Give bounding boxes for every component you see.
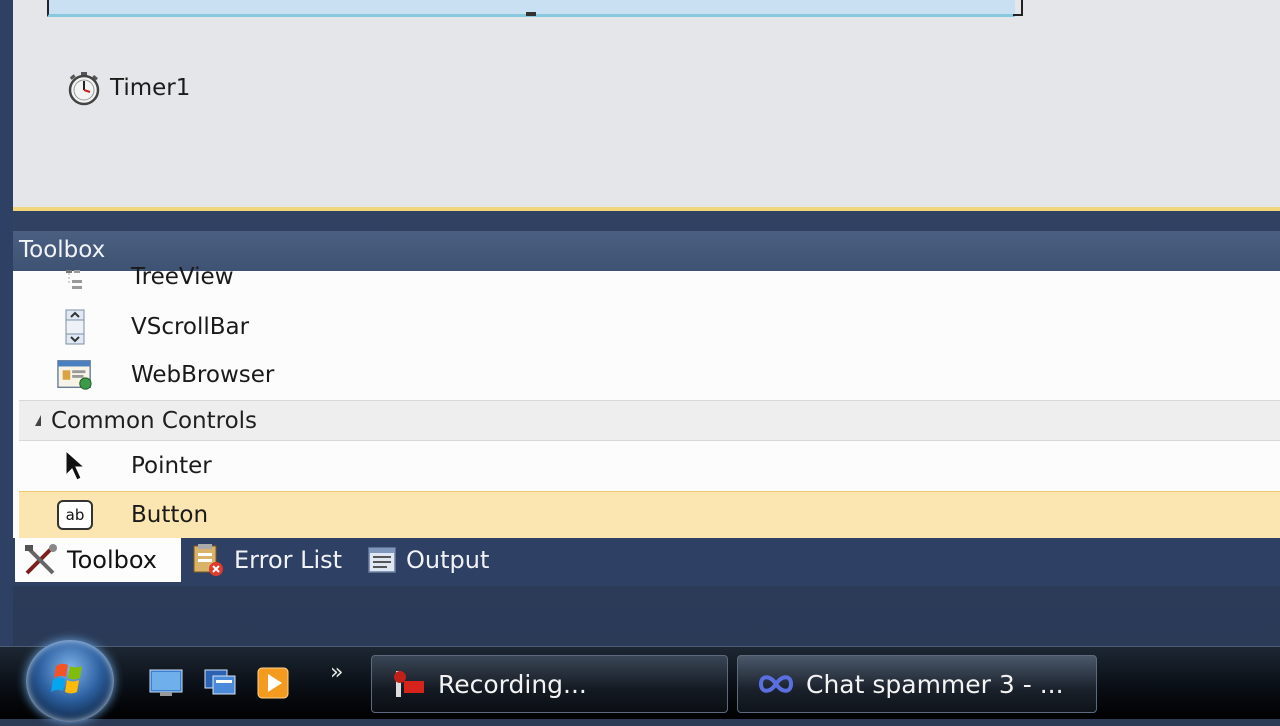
switch-windows-icon[interactable] — [203, 666, 237, 698]
form-resize-handle[interactable] — [526, 12, 536, 16]
toolbox-group-common-controls[interactable]: Common Controls — [19, 400, 1280, 441]
taskbar-button-label: Recording... — [438, 669, 587, 699]
taskbar-button-chat-spammer[interactable]: Chat spammer 3 - ... — [737, 655, 1097, 713]
toolbox-item-pointer[interactable]: Pointer — [13, 443, 1280, 489]
timer-label: Timer1 — [110, 75, 191, 101]
webbrowser-icon — [57, 357, 93, 393]
start-button[interactable] — [26, 640, 114, 722]
window-left-edge — [0, 0, 13, 646]
tab-label: Output — [406, 546, 490, 574]
stopwatch-icon — [68, 72, 100, 106]
toolbox-title: Toolbox — [19, 237, 106, 263]
toolbox-item-treeview[interactable]: TreeView — [13, 261, 1280, 297]
error-list-icon — [193, 544, 223, 576]
tab-label: Error List — [234, 546, 343, 574]
quick-launch-more-button[interactable]: » — [330, 660, 343, 685]
recording-icon — [394, 671, 424, 697]
toolbox-item-webbrowser[interactable]: WebBrowser — [13, 352, 1280, 398]
toolbox-item-label: VScrollBar — [131, 314, 250, 340]
button-control-icon: ab — [57, 497, 93, 533]
tab-error-list[interactable]: Error List — [190, 538, 342, 582]
timer-component[interactable]: Timer1 — [66, 68, 190, 108]
toolbox-item-label: Pointer — [131, 453, 212, 479]
button-icon-text: ab — [57, 500, 93, 530]
taskbar-button-recording[interactable]: Recording... — [371, 655, 728, 713]
app-infinity-icon — [758, 675, 794, 693]
taskbar-button-label: Chat spammer 3 - ... — [806, 669, 1064, 699]
tab-toolbox[interactable]: Toolbox — [15, 538, 181, 582]
component-tray — [13, 0, 1280, 211]
toolbox-item-label: TreeView — [131, 264, 234, 290]
treeview-icon — [57, 261, 93, 295]
form-corner-handle[interactable] — [1013, 0, 1023, 16]
toolbox-group-label: Common Controls — [51, 407, 258, 434]
toolbox-item-label: Button — [131, 502, 209, 528]
show-desktop-icon[interactable] — [148, 666, 183, 698]
windows-logo-icon — [51, 663, 82, 694]
output-icon — [368, 547, 396, 573]
tab-output[interactable]: Output — [366, 538, 489, 582]
media-player-icon[interactable] — [256, 666, 290, 699]
collapse-triangle-icon[interactable] — [35, 415, 41, 426]
toolbox-item-button[interactable]: ab Button — [19, 491, 1280, 539]
pointer-icon — [57, 448, 93, 484]
toolbox-item-label: WebBrowser — [131, 362, 275, 388]
tab-label: Toolbox — [67, 546, 157, 574]
vscrollbar-icon — [57, 309, 93, 345]
tools-icon — [25, 544, 57, 575]
toolbox-item-vscrollbar[interactable]: VScrollBar — [13, 304, 1280, 350]
